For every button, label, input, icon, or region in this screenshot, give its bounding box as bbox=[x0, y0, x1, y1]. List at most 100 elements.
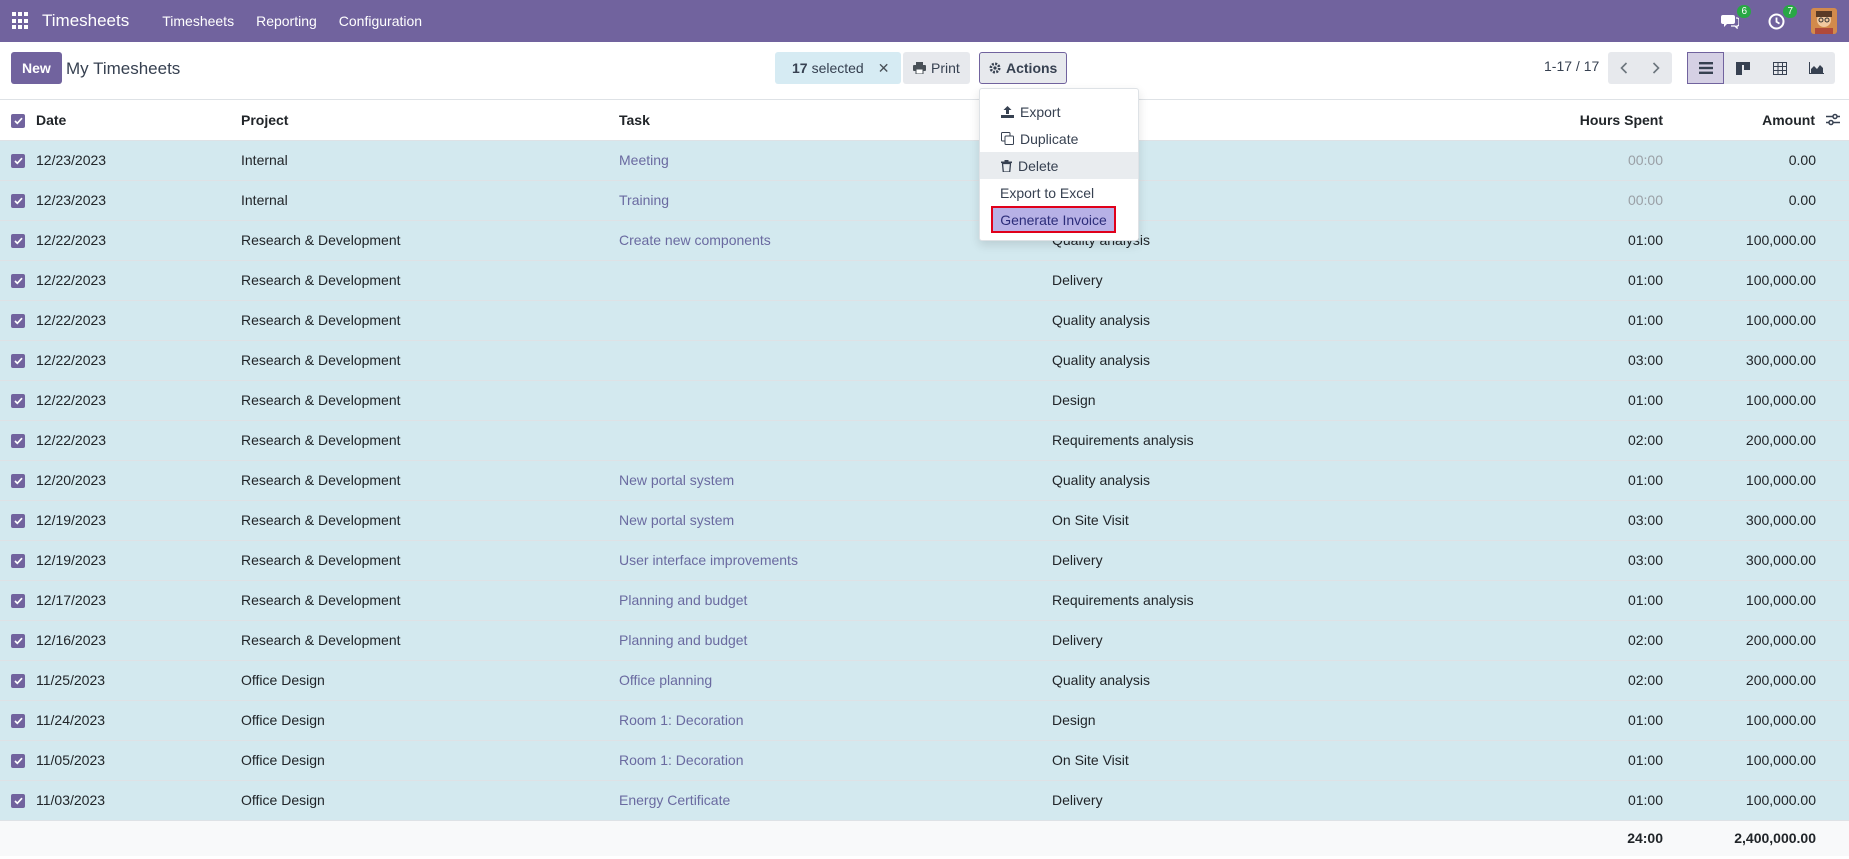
row-hours-spent[interactable]: 00:00 bbox=[1452, 140, 1663, 181]
row-task[interactable]: Room 1: Decoration bbox=[619, 700, 1052, 741]
row-task[interactable] bbox=[619, 380, 1052, 421]
app-brand[interactable]: Timesheets bbox=[42, 11, 129, 31]
table-row[interactable]: 12/19/2023 Research & Development New port… bbox=[0, 500, 1849, 541]
apps-menu-icon[interactable] bbox=[12, 12, 30, 30]
column-hours-spent[interactable]: Hours Spent bbox=[1452, 100, 1663, 141]
table-row[interactable]: 12/16/2023 Research & Development Planning… bbox=[0, 620, 1849, 661]
row-date[interactable]: 12/22/2023 bbox=[36, 380, 241, 421]
row-date[interactable]: 12/23/2023 bbox=[36, 140, 241, 181]
row-checkbox[interactable] bbox=[0, 780, 36, 821]
pager-value[interactable]: 1-17 / 17 bbox=[1544, 58, 1599, 74]
row-hours-spent[interactable]: 01:00 bbox=[1452, 460, 1663, 501]
row-date[interactable]: 11/03/2023 bbox=[36, 780, 241, 821]
row-checkbox[interactable] bbox=[0, 620, 36, 661]
row-checkbox[interactable] bbox=[0, 500, 36, 541]
row-hours-spent[interactable]: 03:00 bbox=[1452, 500, 1663, 541]
row-checkbox[interactable] bbox=[0, 300, 36, 341]
table-row[interactable]: 12/17/2023 Research & Development Planning… bbox=[0, 580, 1849, 621]
row-date[interactable]: 12/22/2023 bbox=[36, 340, 241, 381]
row-checkbox[interactable] bbox=[0, 700, 36, 741]
row-description[interactable]: On Site Visit bbox=[1052, 500, 1452, 541]
row-hours-spent[interactable]: 01:00 bbox=[1452, 380, 1663, 421]
row-project[interactable]: Office Design bbox=[241, 780, 619, 821]
menu-item-export-excel[interactable]: Export to Excel bbox=[980, 179, 1138, 206]
row-task[interactable] bbox=[619, 420, 1052, 461]
row-hours-spent[interactable]: 01:00 bbox=[1452, 740, 1663, 781]
row-date[interactable]: 12/19/2023 bbox=[36, 540, 241, 581]
row-project[interactable]: Research & Development bbox=[241, 300, 619, 341]
row-checkbox[interactable] bbox=[0, 260, 36, 301]
table-row[interactable]: 12/19/2023 Research & Development User int… bbox=[0, 540, 1849, 581]
row-date[interactable]: 12/22/2023 bbox=[36, 220, 241, 261]
row-description[interactable]: Delivery bbox=[1052, 620, 1452, 661]
row-project[interactable]: Research & Development bbox=[241, 500, 619, 541]
row-date[interactable]: 12/23/2023 bbox=[36, 180, 241, 221]
row-project[interactable]: Research & Development bbox=[241, 220, 619, 261]
row-task[interactable] bbox=[619, 300, 1052, 341]
pager-next-button[interactable] bbox=[1640, 52, 1672, 84]
unselect-all-icon[interactable]: ✕ bbox=[878, 60, 890, 77]
table-row[interactable]: 12/22/2023 Research & Development Delivery… bbox=[0, 260, 1849, 301]
menu-configuration[interactable]: Configuration bbox=[328, 13, 433, 29]
row-hours-spent[interactable]: 02:00 bbox=[1452, 620, 1663, 661]
row-date[interactable]: 12/22/2023 bbox=[36, 420, 241, 461]
row-description[interactable]: Design bbox=[1052, 380, 1452, 421]
column-date[interactable]: Date bbox=[36, 100, 241, 141]
menu-item-duplicate[interactable]: Duplicate bbox=[980, 125, 1138, 152]
row-description[interactable]: Quality analysis bbox=[1052, 340, 1452, 381]
row-hours-spent[interactable]: 01:00 bbox=[1452, 700, 1663, 741]
row-description[interactable]: Delivery bbox=[1052, 260, 1452, 301]
row-project[interactable]: Research & Development bbox=[241, 420, 619, 461]
row-hours-spent[interactable]: 02:00 bbox=[1452, 420, 1663, 461]
row-date[interactable]: 12/20/2023 bbox=[36, 460, 241, 501]
row-project[interactable]: Internal bbox=[241, 180, 619, 221]
row-project[interactable]: Office Design bbox=[241, 740, 619, 781]
menu-item-delete[interactable]: Delete bbox=[980, 152, 1138, 179]
optional-columns-toggle-icon[interactable] bbox=[1826, 113, 1840, 129]
row-checkbox[interactable] bbox=[0, 740, 36, 781]
kanban-view-button[interactable] bbox=[1724, 52, 1761, 84]
menu-item-export[interactable]: Export bbox=[980, 98, 1138, 125]
row-checkbox[interactable] bbox=[0, 460, 36, 501]
list-view-button[interactable] bbox=[1687, 52, 1724, 84]
row-hours-spent[interactable]: 01:00 bbox=[1452, 220, 1663, 261]
table-row[interactable]: 12/22/2023 Research & Development Quality … bbox=[0, 300, 1849, 341]
row-description[interactable]: Quality analysis bbox=[1052, 300, 1452, 341]
graph-view-button[interactable] bbox=[1798, 52, 1835, 84]
page-title[interactable]: My Timesheets bbox=[66, 59, 180, 79]
row-project[interactable]: Research & Development bbox=[241, 620, 619, 661]
row-hours-spent[interactable]: 01:00 bbox=[1452, 580, 1663, 621]
row-hours-spent[interactable]: 03:00 bbox=[1452, 340, 1663, 381]
table-row[interactable]: 11/05/2023 Office Design Room 1: Decoratio… bbox=[0, 740, 1849, 781]
row-project[interactable]: Research & Development bbox=[241, 380, 619, 421]
row-description[interactable]: On Site Visit bbox=[1052, 740, 1452, 781]
row-hours-spent[interactable]: 00:00 bbox=[1452, 180, 1663, 221]
row-checkbox[interactable] bbox=[0, 340, 36, 381]
row-task[interactable]: User interface improvements bbox=[619, 540, 1052, 581]
pager-previous-button[interactable] bbox=[1608, 52, 1640, 84]
print-button[interactable]: Print bbox=[903, 52, 970, 84]
row-hours-spent[interactable]: 01:00 bbox=[1452, 780, 1663, 821]
row-task[interactable]: Planning and budget bbox=[619, 580, 1052, 621]
user-avatar[interactable] bbox=[1811, 8, 1837, 34]
row-checkbox[interactable] bbox=[0, 660, 36, 701]
row-date[interactable]: 11/25/2023 bbox=[36, 660, 241, 701]
row-description[interactable]: Requirements analysis bbox=[1052, 420, 1452, 461]
row-project[interactable]: Office Design bbox=[241, 660, 619, 701]
row-checkbox[interactable] bbox=[0, 540, 36, 581]
row-date[interactable]: 12/17/2023 bbox=[36, 580, 241, 621]
messages-icon[interactable]: 6 bbox=[1719, 5, 1751, 32]
column-project[interactable]: Project bbox=[241, 100, 619, 141]
row-description[interactable]: Delivery bbox=[1052, 540, 1452, 581]
row-description[interactable]: Delivery bbox=[1052, 780, 1452, 821]
row-project[interactable]: Research & Development bbox=[241, 540, 619, 581]
table-row[interactable]: 11/03/2023 Office Design Energy Certificat… bbox=[0, 780, 1849, 821]
table-row[interactable]: 11/25/2023 Office Design Office planning Qu… bbox=[0, 660, 1849, 701]
table-row[interactable]: 12/22/2023 Research & Development Create n… bbox=[0, 220, 1849, 261]
row-checkbox[interactable] bbox=[0, 420, 36, 461]
row-task[interactable]: New portal system bbox=[619, 460, 1052, 501]
table-row[interactable]: 12/23/2023 Internal Training 00:00 0.00 bbox=[0, 180, 1849, 221]
row-task[interactable]: Room 1: Decoration bbox=[619, 740, 1052, 781]
row-checkbox[interactable] bbox=[0, 180, 36, 221]
row-date[interactable]: 11/24/2023 bbox=[36, 700, 241, 741]
